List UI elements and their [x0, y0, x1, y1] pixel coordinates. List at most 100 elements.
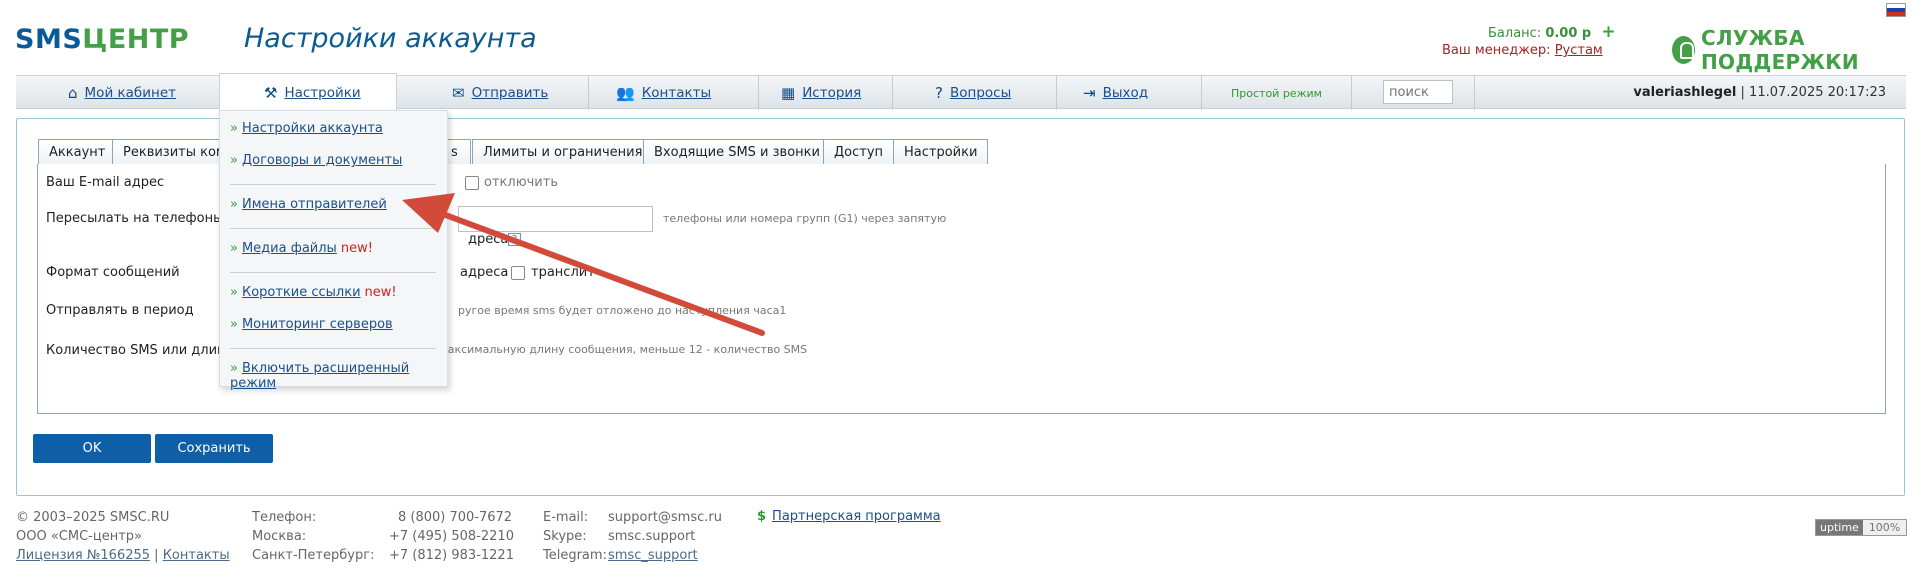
add-balance-button[interactable]: + [1601, 22, 1615, 42]
uptime-badge[interactable]: uptime 100% [1815, 519, 1908, 536]
arrow-icon: » [230, 285, 238, 300]
exit-icon: ⇥ [1083, 84, 1096, 102]
support-link[interactable]: СЛУЖБА ПОДДЕРЖКИ [1672, 26, 1922, 74]
nav-my-cabinet[interactable]: ⌂ Мой кабинет [68, 84, 176, 102]
footer-copyright: © 2003–2025 SMSC.RU [16, 510, 170, 525]
partner-program-link[interactable]: $ Партнерская программа [757, 509, 941, 524]
nav-label: Отправить [471, 85, 549, 101]
arrow-icon: » [230, 197, 238, 212]
separator: | [150, 548, 163, 563]
forward-address-label: дреса [468, 232, 509, 247]
russian-flag-icon[interactable] [1886, 3, 1906, 17]
tab-limits[interactable]: Лимиты и ограничения [472, 139, 654, 164]
menu-item-contracts[interactable]: » Договоры и документы [230, 153, 402, 168]
ok-button[interactable]: OK [33, 434, 151, 463]
footer-phone-value: 8 (800) 700-7672 [398, 510, 513, 525]
new-badge: new! [340, 241, 373, 256]
page-title: Настройки аккаунта [244, 23, 537, 54]
arrow-icon: » [230, 121, 238, 136]
logo-centr: ЦЕНТР [82, 24, 190, 55]
footer-skype-value: smsc.support [608, 529, 696, 544]
calendar-icon: ▦ [781, 84, 796, 102]
balance-value: 0.00 р [1545, 26, 1592, 41]
help-icon[interactable]: ? [508, 233, 521, 246]
format-address-label: адреса [460, 265, 509, 280]
arrow-icon: » [230, 241, 238, 256]
partner-label: Партнерская программа [772, 509, 941, 524]
menu-label: Медиа файлы [241, 241, 337, 256]
user-info: valeriashlegel | 11.07.2025 20:17:23 [1633, 85, 1886, 100]
footer-skype-label: Skype: [543, 529, 587, 544]
simple-mode-link[interactable]: Простой режим [1231, 87, 1322, 100]
period-hint: ругое время sms будет отложено до наступ… [458, 304, 787, 317]
forward-label: Пересылать на телефоны [46, 211, 224, 226]
nav-settings[interactable]: ⚒ Настройки [219, 73, 397, 113]
manager-label: Ваш менеджер: [1442, 43, 1551, 58]
nav-label: Настройки [284, 85, 361, 101]
tab-requisites[interactable]: Реквизиты ком [112, 139, 222, 164]
forward-phones-input[interactable] [458, 206, 653, 232]
dollar-icon: $ [757, 509, 767, 524]
save-button[interactable]: Сохранить [155, 434, 273, 463]
nav-history[interactable]: ▦ История [781, 84, 861, 102]
email-label: Ваш E-mail адрес [46, 175, 165, 190]
uptime-value: 100% [1862, 520, 1907, 535]
tab-settings[interactable]: Настройки [893, 139, 989, 164]
nav-label: Мой кабинет [84, 85, 177, 101]
footer-company: ООО «СМС-центр» [16, 529, 142, 544]
footer-phone-label: Телефон: [252, 510, 317, 525]
footer-email-label: E-mail: [543, 510, 589, 525]
email-disable-checkbox[interactable] [465, 176, 479, 190]
username: valeriashlegel [1633, 85, 1737, 100]
datetime: 11.07.2025 20:17:23 [1749, 85, 1886, 100]
envelope-icon: ✉ [452, 84, 465, 102]
balance-label: Баланс: [1488, 26, 1542, 41]
search-input[interactable] [1383, 80, 1453, 104]
nav-send[interactable]: ✉ Отправить [452, 84, 548, 102]
menu-item-advanced-mode[interactable]: » Включить расширенный режим [230, 361, 447, 391]
logo[interactable]: SMSЦЕНТР [15, 24, 189, 55]
nav-label: История [802, 85, 862, 101]
new-badge: new! [364, 285, 397, 300]
footer-moscow-value: +7 (495) 508-2210 [389, 529, 514, 544]
manager-link[interactable]: Рустам [1555, 43, 1603, 58]
tab-incoming-sms[interactable]: Входящие SMS и звонки [643, 139, 831, 164]
translit-label: транслит [531, 265, 595, 280]
footer-links: Лицензия №166255 | Контакты [16, 548, 230, 563]
arrow-icon: » [230, 153, 238, 168]
people-icon: 👥 [616, 84, 635, 102]
separator: | [1736, 85, 1750, 100]
menu-label: Имена отправителей [241, 197, 387, 212]
nav-contacts[interactable]: 👥 Контакты [616, 84, 711, 102]
nav-exit[interactable]: ⇥ Выход [1083, 84, 1148, 102]
balance: Баланс: 0.00 р + [1488, 22, 1616, 42]
tools-icon: ⚒ [264, 84, 278, 102]
menu-label: Включить расширенный режим [230, 361, 410, 391]
menu-item-account-settings[interactable]: » Настройки аккаунта [230, 121, 383, 136]
arrow-icon: » [230, 361, 238, 376]
logo-sms: SMS [15, 24, 83, 55]
menu-item-media-files[interactable]: » Медиа файлы new! [230, 241, 373, 256]
menu-item-server-monitoring[interactable]: » Мониторинг серверов [230, 317, 393, 332]
tab-account[interactable]: Аккаунт [38, 139, 117, 164]
footer-telegram-value[interactable]: smsc_support [608, 548, 698, 563]
translit-checkbox[interactable] [511, 266, 525, 280]
nav-questions[interactable]: ? Вопросы [935, 84, 1011, 102]
tab-access[interactable]: Доступ [823, 139, 895, 164]
forward-hint: телефоны или номера групп (G1) через зап… [663, 212, 947, 225]
footer-email-value[interactable]: support@smsc.ru [608, 510, 722, 525]
settings-dropdown: » Настройки аккаунта » Договоры и документ… [219, 110, 448, 391]
contacts-link[interactable]: Контакты [163, 548, 230, 563]
license-link[interactable]: Лицензия №166255 [16, 548, 150, 563]
format-label: Формат сообщений [46, 265, 180, 280]
support-label: СЛУЖБА ПОДДЕРЖКИ [1701, 26, 1859, 74]
email-disable-label: отключить [484, 175, 558, 190]
manager: Ваш менеджер: Рустам [1442, 43, 1603, 58]
uptime-label: uptime [1816, 520, 1863, 535]
menu-item-short-links[interactable]: » Короткие ссылки new! [230, 285, 397, 300]
menu-label: Договоры и документы [241, 153, 403, 168]
footer-moscow-label: Москва: [252, 529, 307, 544]
home-icon: ⌂ [68, 84, 78, 102]
menu-item-sender-names[interactable]: » Имена отправителей [230, 197, 387, 212]
count-label: Количество SMS или длина [46, 343, 234, 358]
